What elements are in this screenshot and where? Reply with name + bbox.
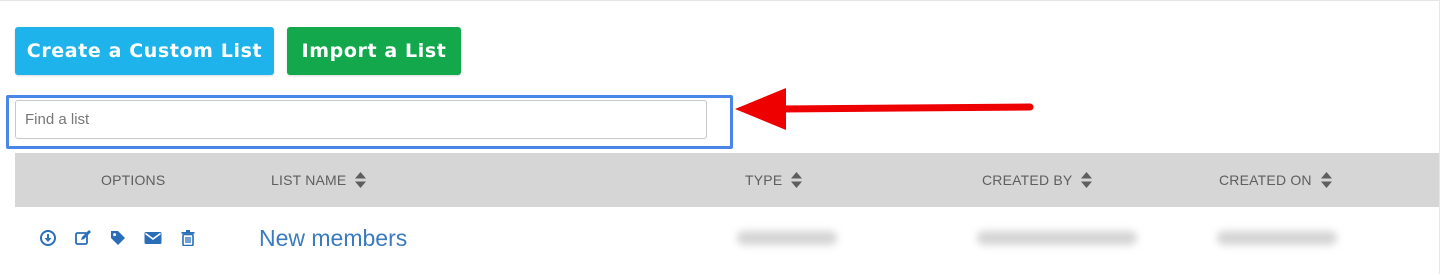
find-list-input[interactable] xyxy=(15,100,707,139)
column-header-options: OPTIONS xyxy=(101,153,165,207)
column-header-created-on[interactable]: CREATED ON xyxy=(1219,153,1332,207)
column-header-created-by[interactable]: CREATED BY xyxy=(982,153,1093,207)
envelope-icon[interactable] xyxy=(144,229,162,247)
edit-icon[interactable] xyxy=(74,229,92,247)
create-custom-list-button[interactable]: Create a Custom List xyxy=(15,27,274,75)
table-row: New members xyxy=(15,207,1439,271)
blurred-created-by-cell xyxy=(977,231,1137,245)
column-header-label: CREATED BY xyxy=(982,172,1073,188)
annotation-arrow-icon xyxy=(735,88,1034,130)
sort-icon[interactable] xyxy=(1081,172,1093,188)
download-icon[interactable] xyxy=(39,229,57,247)
list-name-link[interactable]: New members xyxy=(259,225,407,252)
column-header-label: OPTIONS xyxy=(101,172,166,188)
sort-icon[interactable] xyxy=(355,172,367,188)
table-header: OPTIONS LIST NAME TYPE CREATED BY CREATE… xyxy=(15,153,1439,207)
blurred-type-cell xyxy=(737,231,837,245)
column-header-type[interactable]: TYPE xyxy=(745,153,803,207)
column-header-label: CREATED ON xyxy=(1219,172,1312,188)
column-header-label: LIST NAME xyxy=(271,172,347,188)
sort-icon[interactable] xyxy=(791,172,803,188)
tag-icon[interactable] xyxy=(109,229,127,247)
column-header-list-name[interactable]: LIST NAME xyxy=(271,153,367,207)
column-header-label: TYPE xyxy=(745,172,783,188)
sort-icon[interactable] xyxy=(1320,172,1332,188)
import-list-button[interactable]: Import a List xyxy=(287,27,461,75)
blurred-created-on-cell xyxy=(1217,231,1337,245)
trash-icon[interactable] xyxy=(179,229,197,247)
